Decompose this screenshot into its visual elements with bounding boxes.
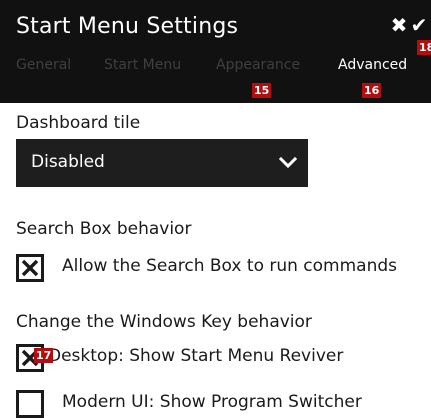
windows-key-behavior-label: Change the Windows Key behavior <box>16 312 312 332</box>
close-icon: ✖ <box>390 13 408 37</box>
tab-start-menu[interactable]: Start Menu <box>104 57 181 73</box>
desktop-start-menu-reviver-label: Desktop: Show Start Menu Reviver <box>48 346 344 366</box>
dashboard-tile-select[interactable]: Disabled <box>16 139 308 187</box>
settings-header: Start Menu Settings ✖ ✔ 18 General Start… <box>0 0 431 103</box>
search-box-run-commands-label: Allow the Search Box to run commands <box>62 256 398 276</box>
appearance-tab-badge: 15 <box>252 83 272 98</box>
ok-button-badge: 18 <box>417 40 431 55</box>
advanced-tab-badge: 16 <box>362 83 382 98</box>
desktop-checkbox-badge: 17 <box>34 348 54 363</box>
close-button[interactable]: ✖ <box>388 13 410 37</box>
desktop-start-menu-reviver-option[interactable]: Desktop: Show Start Menu Reviver <box>16 344 416 372</box>
tab-advanced[interactable]: Advanced <box>338 57 407 73</box>
save-button[interactable]: ✔ <box>408 13 430 37</box>
checkmark-icon: ✔ <box>410 13 428 37</box>
dashboard-tile-label: Dashboard tile <box>16 113 141 133</box>
modern-ui-program-switcher-option[interactable]: Modern UI: Show Program Switcher <box>16 390 416 418</box>
dashboard-tile-value: Disabled <box>31 152 105 172</box>
chevron-down-icon <box>278 156 298 169</box>
tab-bar: General Start Menu Appearance Advanced <box>0 57 431 77</box>
tab-general[interactable]: General <box>16 57 71 73</box>
search-box-run-commands-checkbox[interactable] <box>16 254 44 282</box>
search-box-run-commands-option[interactable]: Allow the Search Box to run commands <box>16 254 416 282</box>
modern-ui-program-switcher-checkbox[interactable] <box>16 390 44 418</box>
modern-ui-program-switcher-label: Modern UI: Show Program Switcher <box>62 392 362 412</box>
search-box-behavior-label: Search Box behavior <box>16 219 192 239</box>
tab-appearance[interactable]: Appearance <box>216 57 300 73</box>
x-mark-icon <box>21 259 39 277</box>
window-title: Start Menu Settings <box>16 14 239 39</box>
